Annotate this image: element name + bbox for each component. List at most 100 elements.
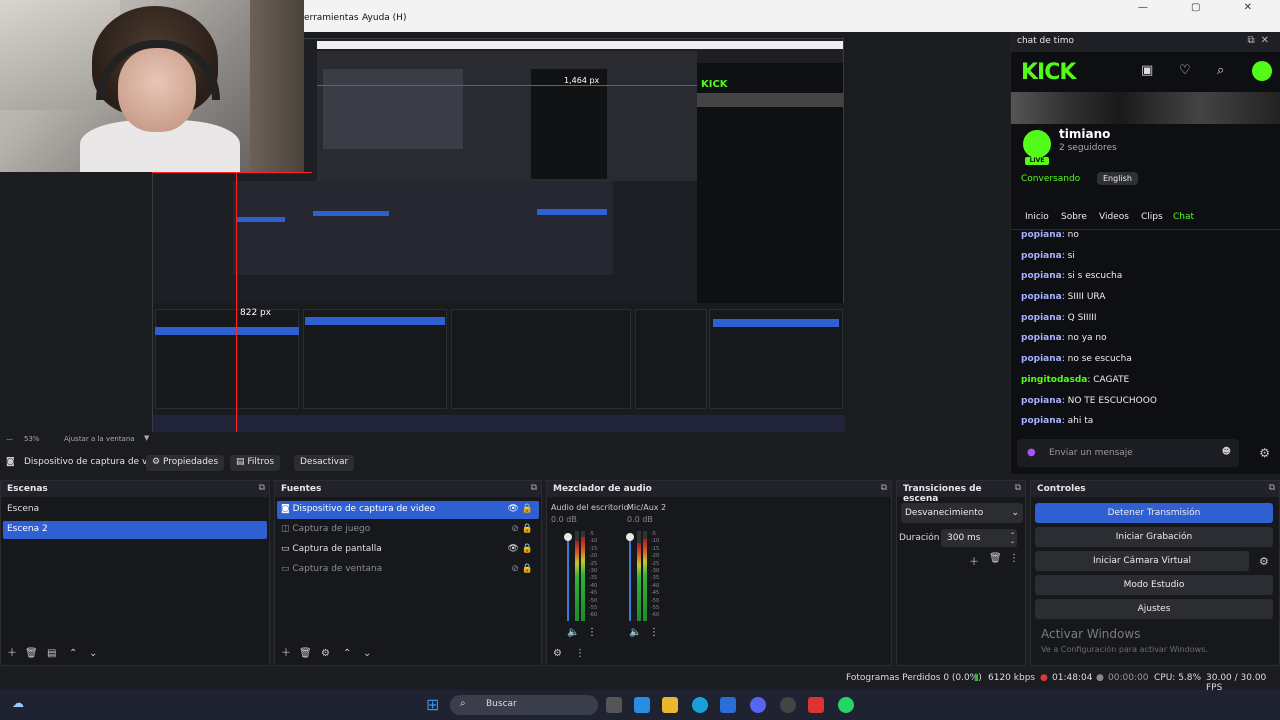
zoom-fit[interactable]: Ajustar a la ventana	[64, 435, 135, 443]
source-item[interactable]: ▭ Captura de pantalla 👁 🔒	[277, 541, 539, 559]
filters-button[interactable]: ▤ Filtros	[230, 455, 281, 471]
follow-heart-icon[interactable]: ♡	[1179, 63, 1191, 78]
dock-undock-icon[interactable]: ⧉	[1015, 483, 1021, 493]
visibility-lock-icons[interactable]: ⊘ 🔒	[511, 564, 533, 574]
widgets-icon[interactable]	[634, 697, 650, 713]
visibility-lock-icons[interactable]: ⊘ 🔒	[511, 524, 533, 534]
volume-knob[interactable]	[626, 533, 634, 541]
scene-filter-icon[interactable]: ▤	[47, 648, 56, 659]
file-explorer-icon[interactable]	[662, 697, 678, 713]
emote-icon[interactable]: ☻	[1222, 447, 1231, 457]
chat-username[interactable]: popiana	[1021, 354, 1062, 364]
mute-speaker-icon[interactable]: 🔈	[567, 627, 579, 638]
tab-clips[interactable]: Clips	[1141, 212, 1163, 222]
remove-transition-icon[interactable]: 🗑	[989, 553, 1002, 564]
transition-select[interactable]: Desvanecimiento ⌄	[901, 503, 1023, 523]
whatsapp-icon[interactable]	[838, 697, 854, 713]
mixer-menu-icon[interactable]: ⋮	[575, 648, 585, 659]
add-scene-icon[interactable]: ＋	[7, 644, 17, 659]
obs-icon[interactable]	[780, 697, 796, 713]
chat-settings-gear-icon[interactable]: ⚙	[1259, 446, 1270, 460]
add-transition-icon[interactable]: ＋	[969, 553, 979, 568]
weather-icon[interactable]: ☁	[12, 696, 24, 710]
duration-spinner-icon[interactable]: ⌃ ⌄	[1010, 533, 1015, 545]
add-source-icon[interactable]: ＋	[281, 644, 291, 659]
source-item[interactable]: ◫ Captura de juego ⊘ 🔒	[277, 521, 539, 539]
chat-username[interactable]: popiana	[1021, 396, 1062, 406]
kick-logo[interactable]: KICK	[1021, 60, 1076, 85]
stream-category[interactable]: Conversando	[1021, 174, 1080, 184]
zoom-minus[interactable]: —	[6, 435, 13, 443]
tab-chat[interactable]: Chat	[1173, 212, 1194, 222]
move-down-icon[interactable]: ⌄	[89, 648, 97, 659]
source-settings-icon[interactable]: ⚙	[321, 648, 330, 659]
volume-fader[interactable]	[567, 537, 569, 621]
volume-knob[interactable]	[564, 533, 572, 541]
mute-speaker-icon[interactable]: 🔈	[629, 627, 641, 638]
chat-username[interactable]: popiana	[1021, 333, 1062, 343]
source-item[interactable]: ▭ Captura de ventana ⊘ 🔒	[277, 561, 539, 579]
transitions-dock: Transiciones de escena ⧉ Desvanecimiento…	[896, 480, 1026, 666]
zoom-dropdown-icon[interactable]: ▼	[144, 434, 149, 442]
chat-username[interactable]: popiana	[1021, 230, 1062, 240]
remove-source-icon[interactable]: 🗑	[299, 648, 312, 659]
transition-menu-icon[interactable]: ⋮	[1009, 553, 1019, 564]
chat-username[interactable]: popiana	[1021, 416, 1062, 426]
properties-button[interactable]: ⚙ Propiedades	[146, 455, 225, 471]
dock-close-icon[interactable]: ⧉✕	[1247, 35, 1275, 46]
mixer-settings-icon[interactable]: ⚙	[553, 648, 562, 659]
dock-undock-icon[interactable]: ⧉	[531, 483, 537, 493]
app-icon[interactable]	[808, 697, 824, 713]
chat-text: SIIII URA	[1067, 292, 1106, 303]
edge-browser-icon[interactable]	[692, 697, 708, 713]
channel-menu-icon[interactable]: ⋮	[587, 627, 597, 638]
studio-mode-button[interactable]: Modo Estudio	[1035, 575, 1273, 595]
store-icon[interactable]	[720, 697, 736, 713]
move-up-icon[interactable]: ⌃	[69, 648, 77, 659]
dock-undock-icon[interactable]: ⧉	[259, 483, 265, 493]
dock-undock-icon[interactable]: ⧉	[881, 483, 887, 493]
chat-username[interactable]: popiana	[1021, 271, 1062, 281]
clips-icon[interactable]: ▣	[1141, 63, 1153, 78]
duration-input[interactable]: 300 ms ⌃ ⌄	[941, 529, 1017, 547]
channel-avatar[interactable]	[1021, 128, 1053, 160]
window-controls[interactable]: — ▢ ✕	[1138, 2, 1272, 13]
tab-sobre[interactable]: Sobre	[1061, 212, 1087, 222]
visibility-lock-icons[interactable]: 👁 🔒	[508, 544, 534, 554]
taskbar-search[interactable]: Buscar	[450, 695, 598, 715]
tab-videos[interactable]: Videos	[1099, 212, 1129, 222]
source-label: Captura de pantalla	[292, 544, 382, 554]
chat-text: NO TE ESCUCHOOO	[1067, 395, 1157, 406]
dock-undock-icon[interactable]: ⧉	[1269, 483, 1275, 493]
visibility-lock-icons[interactable]: 👁 🔒	[508, 504, 534, 514]
chat-username[interactable]: popiana	[1021, 292, 1062, 302]
scene-item[interactable]: Escena	[3, 501, 267, 519]
remove-scene-icon[interactable]: 🗑	[25, 648, 38, 659]
move-down-icon[interactable]: ⌄	[363, 648, 371, 659]
task-view-icon[interactable]	[606, 697, 622, 713]
start-recording-button[interactable]: Iniciar Grabación	[1035, 527, 1273, 547]
chat-input[interactable]: ● Enviar un mensaje ☻	[1017, 439, 1239, 467]
volume-fader[interactable]	[629, 537, 631, 621]
menu-ayuda[interactable]: Ayuda (H)	[362, 13, 406, 23]
chat-username[interactable]: pingitodasda	[1021, 375, 1087, 385]
start-virtual-camera-button[interactable]: Iniciar Cámara Virtual	[1035, 551, 1249, 571]
menu-herramientas[interactable]: erramientas	[304, 13, 359, 23]
move-up-icon[interactable]: ⌃	[343, 648, 351, 659]
tab-inicio[interactable]: Inicio	[1025, 212, 1049, 222]
windows-start-icon[interactable]: ⊞	[426, 695, 439, 714]
source-item-selected[interactable]: ◙ Dispositivo de captura de video 👁 🔒	[277, 501, 539, 519]
deactivate-button[interactable]: Desactivar	[294, 455, 355, 471]
user-avatar[interactable]	[1252, 61, 1272, 81]
virtual-camera-gear-icon[interactable]: ⚙	[1259, 555, 1269, 568]
chat-username[interactable]: popiana	[1021, 313, 1062, 323]
discord-icon[interactable]	[750, 697, 766, 713]
settings-button[interactable]: Ajustes	[1035, 599, 1273, 619]
channel-menu-icon[interactable]: ⋮	[649, 627, 659, 638]
scene-item-selected[interactable]: Escena 2	[3, 521, 267, 539]
channel-name[interactable]: timiano	[1059, 127, 1110, 141]
chat-message: popiana: SIIII URA	[1021, 292, 1106, 303]
chat-username[interactable]: popiana	[1021, 251, 1062, 261]
search-icon[interactable]: ⌕	[1217, 63, 1224, 78]
stop-streaming-button[interactable]: Detener Transmisión	[1035, 503, 1273, 523]
